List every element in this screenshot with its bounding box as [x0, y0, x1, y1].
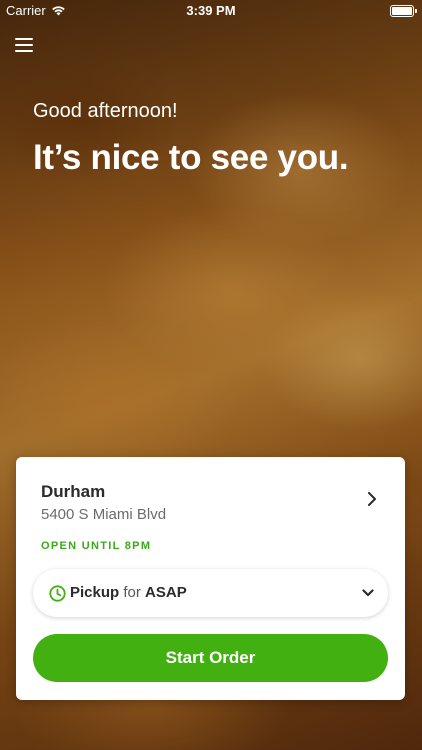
start-order-button[interactable]: Start Order [33, 634, 388, 682]
order-mode-connector: for [123, 584, 141, 601]
order-mode-text: Pickup for ASAP [70, 584, 187, 601]
battery-icon [390, 5, 417, 17]
status-bar: Carrier 3:39 PM [0, 0, 422, 22]
chevron-down-icon [362, 589, 374, 597]
chevron-right-icon [368, 492, 376, 506]
order-mode-dropdown[interactable]: Pickup for ASAP [33, 569, 388, 617]
order-time-label: ASAP [145, 584, 187, 601]
greeting-text: Good afternoon! [33, 100, 178, 122]
order-mode-label: Pickup [70, 584, 120, 601]
status-time: 3:39 PM [186, 3, 236, 18]
location-hours: OPEN UNTIL 8PM [41, 540, 152, 552]
location-address: 5400 S Miami Blvd [41, 506, 167, 523]
clock-icon [49, 585, 66, 602]
location-card: Durham 5400 S Miami Blvd OPEN UNTIL 8PM … [16, 457, 405, 700]
location-selector[interactable]: Durham 5400 S Miami Blvd [16, 457, 405, 545]
headline-text: It’s nice to see you. [33, 138, 349, 177]
hamburger-menu-icon[interactable] [15, 38, 35, 56]
location-name: Durham [41, 482, 106, 501]
